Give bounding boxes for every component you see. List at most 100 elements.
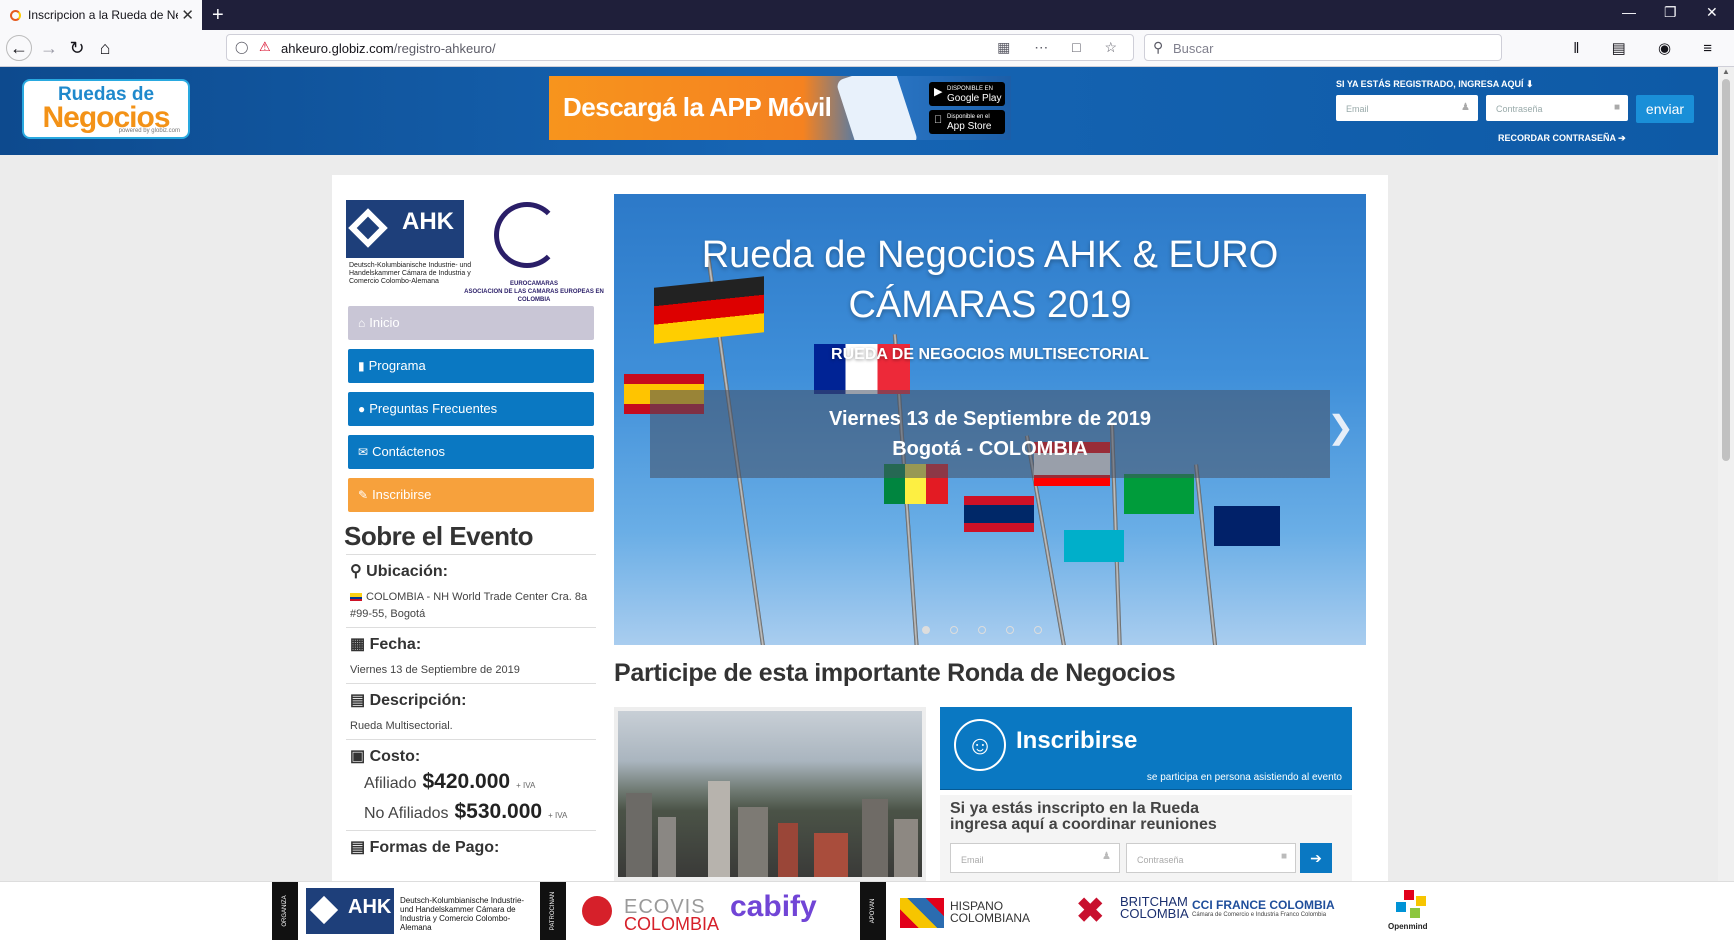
main-container: AHK Deutsch-Kolumbianische Industrie- un… [332, 175, 1388, 881]
back-icon[interactable]: ← [6, 35, 32, 61]
globiz-favicon-icon [10, 9, 21, 21]
google-play-badge[interactable]: ▶ DISPONIBLE EN Google Play [929, 82, 1005, 106]
reload-icon[interactable]: ↻ [64, 35, 90, 61]
flag-laos [964, 496, 1034, 532]
menu-inicio[interactable]: ⌂ Inicio [348, 306, 594, 340]
slider-dot[interactable] [950, 626, 958, 634]
scroll-up-icon[interactable]: ▲ [1722, 67, 1730, 76]
map-marker-icon: ⚲ [350, 563, 362, 580]
slide-subtitle: RUEDA DE NEGOCIOS MULTISECTORIAL [831, 346, 1149, 363]
restore-window-icon[interactable]: ❐ [1664, 4, 1677, 21]
app-download-banner[interactable]: Descargá la APP Móvil ▶ DISPONIBLE EN Goo… [549, 76, 1011, 140]
about-event-title: Sobre el Evento [344, 521, 534, 551]
new-tab-icon[interactable]: + [212, 4, 224, 27]
slider-dot[interactable] [922, 626, 930, 634]
cci-france-colombia-logo[interactable]: CCI FRANCE COLOMBIA Cámara de Comercio e… [1192, 898, 1335, 918]
ecovis-logo[interactable]: ECOVIS COLOMBIA [582, 892, 719, 934]
patrocinan-label: PATROCINAN [540, 882, 566, 940]
colombia-flag-icon [350, 593, 362, 602]
menu-programa[interactable]: ▮ Programa [348, 349, 594, 383]
minimize-window-icon[interactable]: — [1622, 4, 1636, 20]
date-section: ▦ Fecha: Viernes 13 de Septiembre de 201… [346, 627, 596, 683]
remember-password-link[interactable]: RECORDAR CONTRASEÑA ➔ [1498, 133, 1626, 144]
flag-kazakhstan [1064, 530, 1124, 562]
home-icon[interactable]: ⌂ [92, 35, 118, 61]
chevron-right-icon[interactable]: ❯ [1327, 408, 1354, 446]
search-input[interactable]: ⚲ Buscar [1144, 34, 1502, 61]
location-section: ⚲ Ubicación: COLOMBIA - NH World Trade C… [346, 554, 596, 627]
page-scrollbar[interactable]: ▲ [1718, 67, 1734, 881]
envelope-icon: ✉ [358, 445, 369, 459]
lock-icon: ■ [1280, 851, 1287, 862]
menu-inscribirse[interactable]: ✎ Inscribirse [348, 478, 594, 512]
forward-icon[interactable]: → [36, 35, 62, 61]
coord-submit-button[interactable]: ➔ [1300, 843, 1332, 873]
email-field[interactable]: Email ♟ [1336, 95, 1478, 121]
participe-title: Participe de esta importante Ronda de Ne… [614, 659, 1176, 687]
slider-dot[interactable] [978, 626, 986, 634]
calendar-icon: ▦ [350, 636, 366, 653]
inscribirse-title: Inscribirse [1016, 727, 1138, 754]
menu-preguntas-frecuentes[interactable]: ● Preguntas Frecuentes [348, 392, 594, 426]
file-icon: ▮ [358, 359, 365, 373]
user-icon: ♟ [1461, 102, 1470, 113]
credit-card-icon: ▤ [350, 839, 366, 856]
hispano-colombiana-logo[interactable]: HISPANO COLOMBIANA [900, 892, 1040, 932]
browser-toolbar-icons[interactable]: ‖ ▤ ◉ ≡ [1573, 39, 1726, 57]
inscribirse-subtitle: se participa en persona asistiendo al ev… [1146, 772, 1342, 783]
cost-non-affiliate: No Afiliados $530.000 + IVA [364, 800, 568, 823]
url-actions[interactable]: ▦ ⋯ □ ☆ [997, 39, 1127, 56]
coord-email-field[interactable]: Email ♟ [950, 843, 1120, 873]
browser-tabbar: Inscripcion a la Rueda de Nego ✕ + — ❐ ✕ [0, 0, 1734, 30]
openmind-logo[interactable]: Openmind [1388, 890, 1436, 934]
slider-dots [922, 621, 1062, 639]
close-tab-icon[interactable]: ✕ [181, 6, 194, 24]
payment-section: ▤ Formas de Pago: [346, 830, 596, 869]
browser-tab[interactable]: Inscripcion a la Rueda de Nego ✕ [0, 0, 202, 30]
sponsors-footer: ORGANIZA AHK Deutsch-Kolumbianische Indu… [0, 881, 1734, 940]
slide-info-box: Viernes 13 de Septiembre de 2019 Bogotá … [650, 390, 1330, 478]
arrow-right-icon: ➔ [1310, 850, 1322, 866]
apoyan-label: APOYAN [860, 882, 886, 940]
home-icon: ⌂ [358, 316, 366, 330]
money-icon: ▣ [350, 748, 366, 765]
footer-ahk-logo[interactable]: AHK [306, 888, 394, 934]
app-store-badge[interactable]:  Disponible en elApp Store [929, 110, 1005, 134]
search-placeholder: Buscar [1173, 41, 1214, 56]
slide-date: Viernes 13 de Septiembre de 2019 [828, 408, 1152, 430]
phone-image [835, 76, 919, 140]
password-field[interactable]: Contraseña ■ [1486, 95, 1628, 121]
cabify-logo[interactable]: cabify [730, 890, 817, 924]
slide-city: Bogotá - COLOMBIA [892, 438, 1088, 460]
scrollbar-thumb[interactable] [1722, 79, 1730, 461]
url-bar[interactable]: ◯ ⚠ ahkeuro.globiz.com/registro-ahkeuro/… [226, 34, 1134, 61]
description-section: ▤ Descripción: Rueda Multisectorial. [346, 683, 596, 739]
ruedas-de-negocios-logo[interactable]: Ruedas de Negocios powered by globiz.com [24, 81, 188, 137]
header-login: SI YA ESTÁS REGISTRADO, INGRESA AQUÍ ⬇ E… [1336, 79, 1706, 143]
organizer-logos: AHK Deutsch-Kolumbianische Industrie- un… [346, 200, 604, 304]
comments-icon: ● [358, 402, 366, 416]
insecure-lock-icon[interactable]: ⚠ [259, 39, 271, 55]
close-window-icon[interactable]: ✕ [1706, 4, 1718, 21]
slide-title: Rueda de Negocios AHK & EURO CÁMARAS 201… [701, 234, 1279, 326]
login-submit-button[interactable]: enviar [1636, 95, 1694, 123]
tab-title: Inscripcion a la Rueda de Nego [28, 8, 178, 22]
slider-dot[interactable] [1034, 626, 1042, 634]
sidebar: AHK Deutsch-Kolumbianische Industrie- un… [344, 200, 604, 869]
apple-icon:  [934, 115, 942, 126]
inscribirse-card[interactable]: ☺ Inscribirse se participa en persona as… [940, 707, 1352, 790]
cost-section: ▣ Costo: Afiliado $420.000 + IVA No Afilia… [346, 739, 596, 830]
slider-dot[interactable] [1006, 626, 1014, 634]
lock-icon: ■ [1613, 102, 1620, 113]
flag-australia [1214, 506, 1280, 546]
app-banner-text: Descargá la APP Móvil [563, 92, 832, 122]
tracking-shield-icon[interactable]: ◯ [235, 40, 248, 54]
menu-contactenos[interactable]: ✉ Contáctenos [348, 435, 594, 469]
eurocamaras-caption: EUROCAMARAS ASOCIACION DE LAS CAMARAS EU… [464, 281, 604, 303]
file-text-icon: ▤ [350, 692, 366, 709]
eurocamaras-logo [494, 202, 560, 268]
ahk-logo: AHK [346, 200, 464, 258]
hero-slider[interactable]: Rueda de Negocios AHK & EURO CÁMARAS 201… [614, 194, 1366, 645]
coord-password-field[interactable]: Contraseña ■ [1126, 843, 1296, 873]
coordinate-meetings-login: Si ya estás inscripto en la Rueda ingres… [940, 795, 1352, 881]
